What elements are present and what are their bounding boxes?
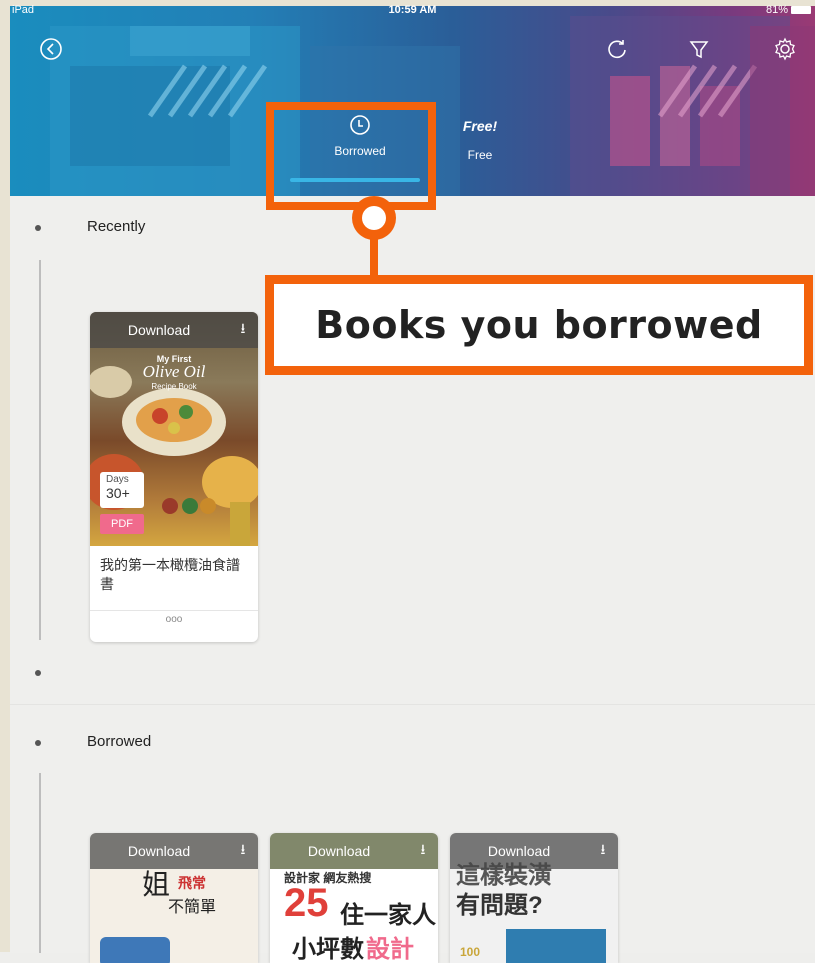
download-label: Download [127,843,191,859]
settings-button[interactable] [770,34,800,64]
format-badge: PDF [100,514,144,534]
more-options-button[interactable]: ooo [90,614,258,625]
card-divider [90,610,258,611]
section-bullet [35,740,41,746]
cover-text: 設計 [366,936,414,963]
section-bullet-end [35,670,41,676]
filter-icon [689,41,709,59]
download-arrow-icon: ⭳ [420,841,426,857]
cover-text: 住一家人 [340,902,436,929]
back-circle-icon [40,38,62,60]
cover-title: Olive Oil [142,362,206,381]
back-button[interactable] [36,34,66,64]
highlight-box [266,102,436,210]
cover-text: 不簡單 [168,897,217,916]
callout-label: Books you borrowed [265,275,813,375]
days-label: Days [106,474,129,485]
download-button[interactable]: Download ⭳ [90,833,258,869]
battery-icon [791,6,811,14]
section-bullet [35,225,41,231]
download-arrow-icon: ⭳ [600,841,606,857]
download-label: Download [487,843,551,859]
loan-days-badge: Days 30+ [100,472,144,508]
refresh-button[interactable] [602,34,632,64]
tab-free-label: Free [467,148,493,162]
cover-text: 有問題? [456,892,543,919]
battery-percent: 81% [765,4,788,16]
book-card[interactable]: 設計家 網友熱搜 25 住一家人 小坪數 設計 Download ⭳ [270,833,438,963]
refresh-icon [608,40,626,59]
free-badge: Free! [462,118,498,134]
cover-text: 姐 [142,868,171,901]
cover-text: 小坪數 [292,936,364,963]
timeline-line [39,260,41,640]
cover-text: 飛常 [178,875,206,891]
book-card[interactable]: 這樣裝潢 有問題? 100 Download ⭳ [450,833,618,963]
download-button[interactable]: Download ⭳ [90,312,258,348]
gear-icon [775,37,795,61]
download-label: Download [307,843,371,859]
luggage-illustration [100,937,170,963]
book-card[interactable]: 姐 飛常 不簡單 Download ⭳ [90,833,258,963]
status-bar: iPad 10:59 AM 81% [10,4,815,18]
section-recently: Recently My First Olive Oil Recipe Book [10,196,815,704]
download-button[interactable]: Download ⭳ [450,833,618,869]
clock-time: 10:59 AM [388,4,437,16]
filter-button[interactable] [684,34,714,64]
cover-subtitle: Recipe Book [151,382,197,391]
section-title: Recently [87,218,146,235]
callout-dot-inner [362,206,386,230]
cover-text: 100 [460,945,481,959]
download-arrow-icon: ⭳ [240,841,246,857]
book-title: 我的第一本橄欖油食譜書 [100,557,240,592]
frame-left [0,0,10,952]
section-borrowed: Borrowed 姐 飛常 不簡單 Download ⭳ 設計家 網友熱搜 25… [10,704,815,963]
days-value: 30+ [106,485,130,501]
section-title: Borrowed [87,733,152,750]
download-label: Download [127,322,191,338]
battery-indicator: 81% [766,4,811,16]
tab-free[interactable]: Free! Free [450,118,510,162]
download-button[interactable]: Download ⭳ [270,833,438,869]
download-arrow-icon: ⭳ [240,320,246,336]
room-illustration [506,929,606,963]
book-card[interactable]: My First Olive Oil Recipe Book Days 30+ … [90,312,258,642]
timeline-line [39,773,41,953]
cover-text: 25 [284,881,329,925]
